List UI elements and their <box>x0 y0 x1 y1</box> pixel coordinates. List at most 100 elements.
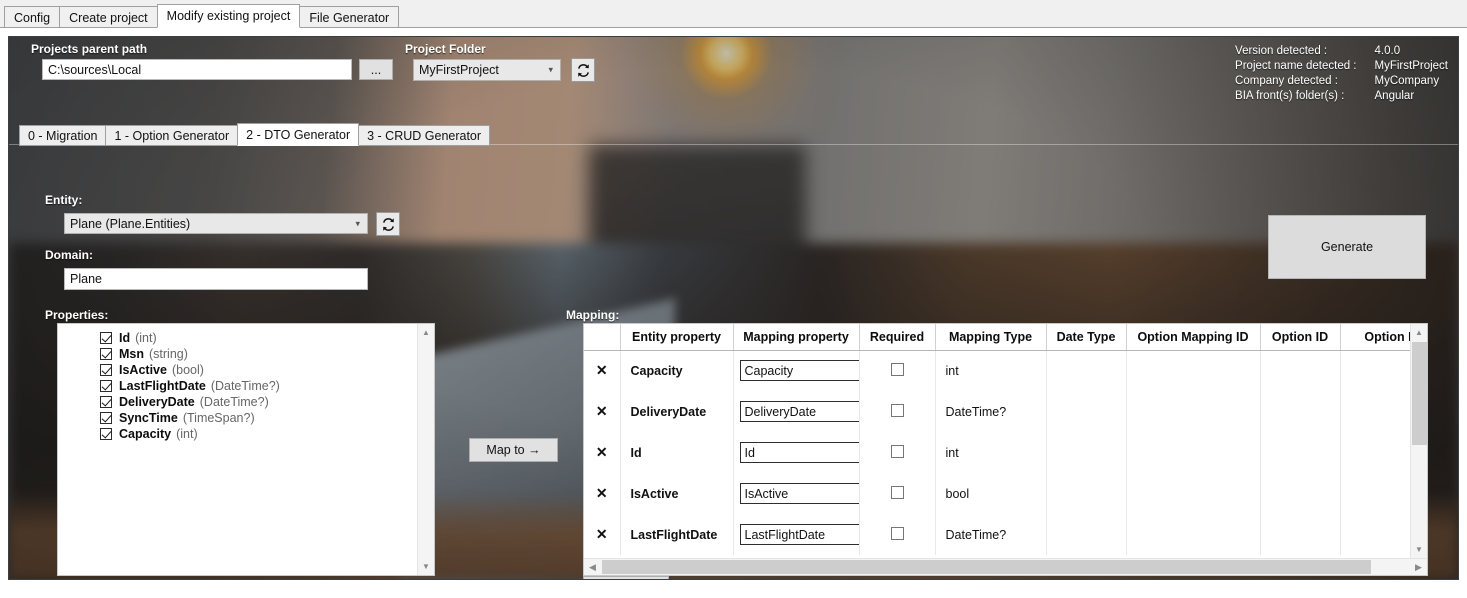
remove-all-button[interactable]: Remove all <box>583 576 669 579</box>
generator-tab-2[interactable]: 2 - DTO Generator <box>237 123 360 146</box>
chevron-down-icon: ▾ <box>355 218 360 228</box>
close-icon[interactable]: ✕ <box>596 362 608 378</box>
property-item[interactable]: Id (int) <box>58 330 434 346</box>
table-row[interactable]: ✕ DeliveryDate DeliveryDate DateTime? <box>584 391 1410 432</box>
scroll-up-icon[interactable]: ▲ <box>1411 324 1427 341</box>
generator-tab-0[interactable]: 0 - Migration <box>19 125 107 146</box>
property-name: DeliveryDate <box>119 395 195 409</box>
close-icon[interactable]: ✕ <box>596 526 608 542</box>
required-checkbox[interactable] <box>890 526 904 540</box>
property-item[interactable]: LastFlightDate (DateTime?) <box>58 378 434 394</box>
column-header-2[interactable]: Mapping property <box>733 324 860 351</box>
table-row[interactable]: ✕ Capacity Capacity int <box>584 350 1410 391</box>
projects-parent-path-input[interactable]: C:\sources\Local <box>42 59 352 80</box>
mapping-property-input[interactable]: DeliveryDate <box>739 401 858 422</box>
properties-vertical-scrollbar[interactable]: ▲ ▼ <box>417 324 434 575</box>
column-header-8[interactable]: Option Di <box>1340 324 1410 351</box>
option-id-cell <box>1260 514 1341 555</box>
delete-row-cell[interactable]: ✕ <box>584 473 621 514</box>
required-cell <box>859 514 936 555</box>
entity-select[interactable]: Plane (Plane.Entities) ▾ <box>64 213 368 234</box>
column-header-6[interactable]: Option Mapping ID <box>1126 324 1261 351</box>
mapping-property-cell: DeliveryDate <box>733 391 860 432</box>
mapping-grid[interactable]: Entity property Mapping property Required M… <box>583 323 1428 576</box>
property-item[interactable]: IsActive (bool) <box>58 362 434 378</box>
map-to-button[interactable]: Map to → <box>469 438 558 462</box>
mapping-property-input[interactable]: IsActive <box>739 483 858 504</box>
main-tab-0[interactable]: Config <box>4 6 61 28</box>
column-header-5[interactable]: Date Type <box>1046 324 1127 351</box>
delete-row-cell[interactable]: ✕ <box>584 432 621 473</box>
required-cell <box>859 432 936 473</box>
project-folder-label: Project Folder <box>405 42 486 56</box>
scroll-left-icon[interactable]: ◀ <box>584 559 601 575</box>
property-checkbox[interactable] <box>100 412 112 424</box>
option-mapping-id-cell <box>1126 432 1261 473</box>
info-row: BIA front(s) folder(s) : Angular <box>1235 89 1448 104</box>
delete-row-cell[interactable]: ✕ <box>584 391 621 432</box>
column-header-4[interactable]: Mapping Type <box>935 324 1047 351</box>
property-checkbox[interactable] <box>100 364 112 376</box>
project-folder-select[interactable]: MyFirstProject ▾ <box>413 59 561 81</box>
browse-path-button[interactable]: ... <box>359 59 393 80</box>
entity-property-cell: IsActive <box>620 473 734 514</box>
property-item[interactable]: SyncTime (TimeSpan?) <box>58 410 434 426</box>
scroll-down-icon[interactable]: ▼ <box>1411 541 1427 558</box>
main-tab-3[interactable]: File Generator <box>299 6 400 28</box>
properties-label: Properties: <box>45 308 109 322</box>
mapping-type-cell: DateTime? <box>935 514 1047 555</box>
main-tab-2[interactable]: Modify existing project <box>156 4 301 28</box>
close-icon[interactable]: ✕ <box>596 485 608 501</box>
table-row[interactable]: ✕ Id Id int <box>584 432 1410 473</box>
option-id-cell <box>1260 432 1341 473</box>
mapping-property-input[interactable]: LastFlightDate <box>739 524 858 545</box>
scroll-down-icon[interactable]: ▼ <box>418 558 434 575</box>
scroll-right-icon[interactable]: ▶ <box>1410 559 1427 575</box>
property-checkbox[interactable] <box>100 428 112 440</box>
refresh-project-folder-button[interactable] <box>571 58 595 82</box>
option-mapping-id-cell <box>1126 473 1261 514</box>
mapping-property-input[interactable]: Capacity <box>739 360 858 382</box>
delete-row-cell[interactable]: ✕ <box>584 350 621 391</box>
entity-property-cell: Capacity <box>620 350 734 391</box>
refresh-entity-button[interactable] <box>376 212 400 236</box>
property-checkbox[interactable] <box>100 380 112 392</box>
required-cell <box>859 473 936 514</box>
vertical-scroll-thumb[interactable] <box>1412 342 1427 445</box>
refresh-icon <box>577 63 589 77</box>
main-tab-1[interactable]: Create project <box>59 6 158 28</box>
required-checkbox[interactable] <box>890 485 904 499</box>
mapping-vertical-scrollbar[interactable]: ▲ ▼ <box>1410 324 1427 575</box>
mapping-horizontal-scrollbar[interactable]: ◀ ▶ <box>584 558 1427 575</box>
table-row[interactable]: ✕ LastFlightDate LastFlightDate DateTime? <box>584 514 1410 555</box>
generate-button[interactable]: Generate <box>1268 215 1426 279</box>
close-icon[interactable]: ✕ <box>596 403 608 419</box>
generator-tab-1[interactable]: 1 - Option Generator <box>105 125 239 146</box>
horizontal-scroll-thumb[interactable] <box>602 560 1371 574</box>
required-cell <box>859 391 936 432</box>
property-item[interactable]: DeliveryDate (DateTime?) <box>58 394 434 410</box>
column-header-3[interactable]: Required <box>859 324 936 351</box>
generator-tab-3[interactable]: 3 - CRUD Generator <box>358 125 491 146</box>
property-name: IsActive <box>119 363 167 377</box>
required-checkbox[interactable] <box>890 444 904 458</box>
required-checkbox[interactable] <box>890 403 904 417</box>
property-checkbox[interactable] <box>100 348 112 360</box>
required-checkbox[interactable] <box>890 362 904 376</box>
properties-list[interactable]: Id (int) Msn (string) IsActive (bool) LastFlig… <box>57 323 435 576</box>
scroll-up-icon[interactable]: ▲ <box>418 324 434 341</box>
domain-input[interactable]: Plane <box>64 268 368 290</box>
property-checkbox[interactable] <box>100 332 112 344</box>
mapping-property-input[interactable]: Id <box>739 442 858 463</box>
table-row[interactable]: ✕ IsActive IsActive bool <box>584 473 1410 514</box>
delete-row-cell[interactable]: ✕ <box>584 514 621 555</box>
close-icon[interactable]: ✕ <box>596 444 608 460</box>
property-item[interactable]: Msn (string) <box>58 346 434 362</box>
info-key: Version detected : <box>1235 45 1328 57</box>
column-header-7[interactable]: Option ID <box>1260 324 1341 351</box>
property-type: (DateTime?) <box>210 379 280 393</box>
column-header-0[interactable] <box>584 324 621 351</box>
property-checkbox[interactable] <box>100 396 112 408</box>
column-header-1[interactable]: Entity property <box>620 324 734 351</box>
property-item[interactable]: Capacity (int) <box>58 426 434 442</box>
